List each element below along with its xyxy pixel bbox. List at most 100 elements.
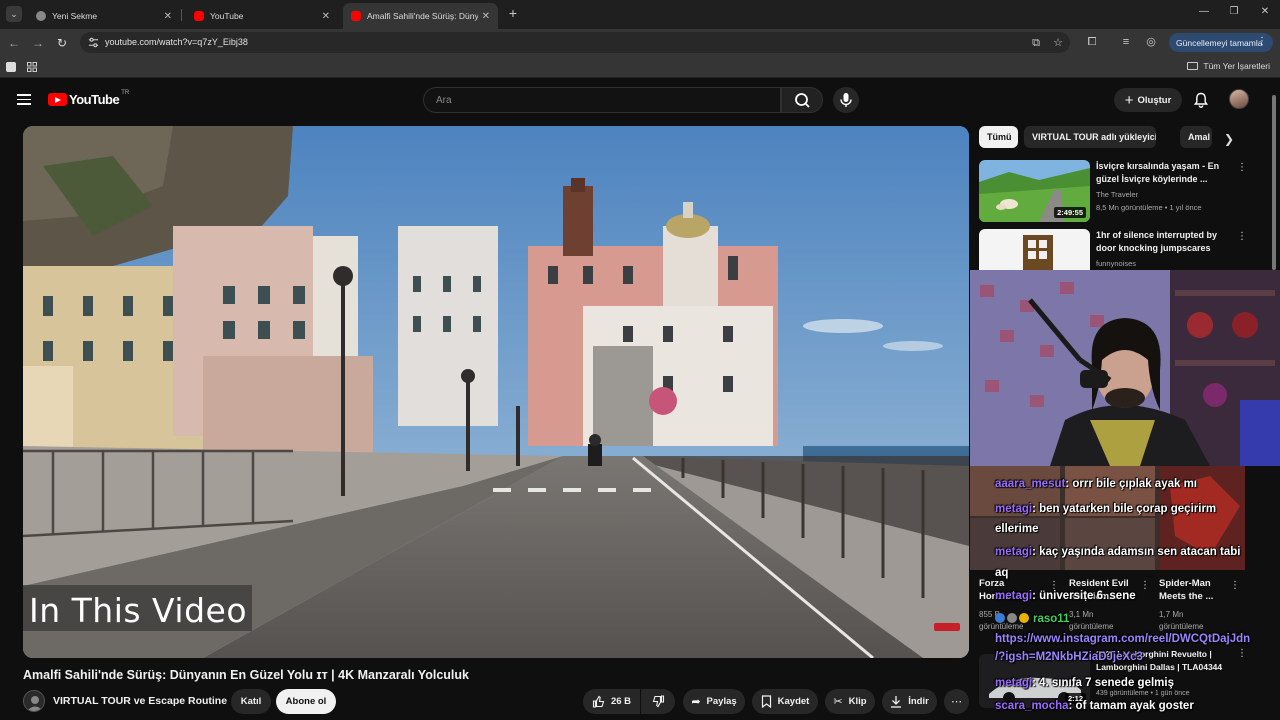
chat-username: metagi [995,590,1033,602]
chat-message: /?igsh=M2NkbHZiaDJjeXc3 [995,651,1143,663]
tab-search-chevron-icon[interactable]: ⌄ [6,6,22,22]
youtube-play-logo-icon [48,93,67,106]
recommendation-thumbnail[interactable] [979,229,1090,271]
download-button[interactable]: İndir [882,689,937,714]
tab-close-icon[interactable]: ✕ [322,11,330,22]
notifications-bell-icon[interactable] [1192,91,1210,109]
channel-avatar-image [24,691,44,711]
more-actions-button[interactable]: ⋯ [944,689,969,714]
chat-text: : kaç yaşında adamsın sen atacan tabi [1032,546,1241,558]
subscribe-button[interactable]: Abone ol [276,689,336,714]
menu-hamburger-icon[interactable] [17,94,31,105]
tab-youtube[interactable]: YouTube ✕ [186,3,338,29]
minimize-icon[interactable]: — [1197,6,1211,17]
chips-next-arrow-icon[interactable]: ❯ [1224,132,1234,146]
short-views: 1,7 Mn [1159,610,1184,619]
recommendation-channel[interactable]: funnynoises [1096,259,1136,268]
more-options-icon[interactable]: ⋮ [1237,162,1247,173]
like-button[interactable]: 26 B [583,689,640,714]
more-options-icon[interactable]: ⋮ [1237,231,1247,242]
youtube-header: YouTube TR Ara + Oluştur [0,79,1280,121]
dislike-button[interactable] [641,689,675,714]
plus-icon: + [1124,91,1134,109]
video-duration-badge: 2:49:55 [1054,207,1086,218]
new-tab-plus-icon[interactable]: + [505,5,521,21]
voice-search-button[interactable] [833,87,859,113]
chat-text: : orrr bile çıplak ayak mı [1065,478,1197,490]
like-count: 26 B [610,696,632,707]
chat-username: raso11 [1033,613,1070,625]
tab-close-icon[interactable]: ✕ [164,11,172,22]
profile-icon[interactable]: ◎ [1144,35,1158,49]
tab-separator [181,9,182,21]
chip-label: Amal [1188,132,1211,142]
search-input[interactable]: Ara [423,87,781,113]
recommendation-meta: 439 görüntüleme • 1 gün önce [1096,690,1190,697]
media-controls-icon[interactable]: ≡ [1119,35,1133,49]
save-button[interactable]: Kaydet [752,689,818,714]
recommendation-title[interactable]: İsviçre kırsalında yaşam - En güzel İsvi… [1096,160,1226,185]
recommendation-thumbnail[interactable]: 2:49:55 [979,160,1090,222]
folder-icon [1187,62,1199,70]
browser-menu-icon[interactable]: ⋮ [1257,36,1267,47]
recommendation-title[interactable]: 1hr of silence interrupted by door knock… [1096,229,1226,254]
video-player[interactable] [23,126,969,658]
tab-title: YouTube [210,11,244,21]
bookmarks-bar: Tüm Yer İşaretleri [0,56,1280,78]
recommendation-channel[interactable]: The Traveler [1096,190,1138,199]
apps-grid-icon[interactable] [27,62,37,72]
chat-message: aaara_mesut: orrr bile çıplak ayak mı [995,478,1197,490]
page-scrollbar-thumb[interactable] [1272,95,1276,270]
tab-close-icon[interactable]: ✕ [482,11,490,22]
clip-button[interactable]: ✂ Klip [825,689,875,714]
more-options-icon[interactable]: ⋮ [1237,648,1247,659]
reload-icon[interactable]: ↻ [54,35,70,51]
all-bookmarks-label: Tüm Yer İşaretleri [1203,61,1270,71]
recommendation-item[interactable]: 2:49:55 İsviçre kırsalında yaşam - En gü… [979,160,1249,224]
short-title[interactable]: Spider-Man Meets the ... [1159,577,1225,603]
chat-message: aq [995,567,1008,579]
youtube-favicon-icon [351,11,361,21]
chat-badge-icon [1007,613,1017,623]
search-button[interactable] [781,87,823,113]
share-arrow-icon: ➦ [691,696,701,708]
tab-active-video[interactable]: Amalfi Sahili'nde Sürüş: Dünyan ✕ [343,3,498,29]
chat-text: : üniversite 6. sene [1032,590,1136,602]
chip-from-uploader[interactable]: VIRTUAL TOUR adlı yükleyiciden [1024,126,1156,148]
restore-icon[interactable]: ❐ [1227,6,1241,17]
youtube-wordmark: YouTube [69,92,120,107]
site-settings-icon[interactable] [88,37,99,48]
subscribe-label: Abone ol [285,696,327,707]
share-button[interactable]: ➦ Paylaş [683,689,745,714]
recommendation-item[interactable]: 1hr of silence interrupted by door knock… [979,229,1249,271]
chat-message: scara_mocha: of tamam ayak goster [995,700,1194,712]
create-button[interactable]: + Oluştur [1114,88,1182,112]
microphone-icon [840,93,852,107]
all-bookmarks-button[interactable]: Tüm Yer İşaretleri [1187,61,1270,71]
account-avatar[interactable] [1229,89,1249,109]
more-options-icon[interactable]: ⋮ [1230,580,1240,591]
install-app-icon[interactable]: ⧉ [1029,36,1043,50]
search-icon [795,93,810,108]
create-label: Oluştur [1137,94,1172,106]
channel-avatar[interactable] [23,690,45,712]
chat-link: /?igsh=M2NkbHZiaDJjeXc3 [995,651,1143,663]
join-button[interactable]: Katıl [231,689,271,714]
more-options-icon[interactable]: ⋮ [1140,580,1150,591]
tab-new-tab[interactable]: Yeni Sekme ✕ [28,3,180,29]
address-bar[interactable]: youtube.com/watch?v=q7zY_Eibj38 ⧉ ☆ [80,32,1070,53]
forward-arrow-icon[interactable]: → [30,35,46,51]
extensions-icon[interactable]: ⧠ [1085,35,1099,49]
channel-watermark[interactable] [934,623,960,631]
close-window-icon[interactable]: ✕ [1258,6,1272,17]
bookmark-page-icon[interactable] [6,62,16,72]
clip-label: Klip [848,696,867,707]
back-arrow-icon[interactable]: ← [6,35,22,51]
chip-amalfi[interactable]: Amal [1180,126,1212,148]
chat-username: metagi [995,546,1033,558]
bookmark-star-icon[interactable]: ☆ [1051,36,1065,50]
channel-name[interactable]: VIRTUAL TOUR ve Escape Routine [53,695,227,707]
update-button[interactable]: Güncellemeyi tamamla ⋮ [1169,33,1273,52]
chip-all[interactable]: Tümü [979,126,1018,148]
youtube-logo[interactable]: YouTube TR [48,90,129,107]
